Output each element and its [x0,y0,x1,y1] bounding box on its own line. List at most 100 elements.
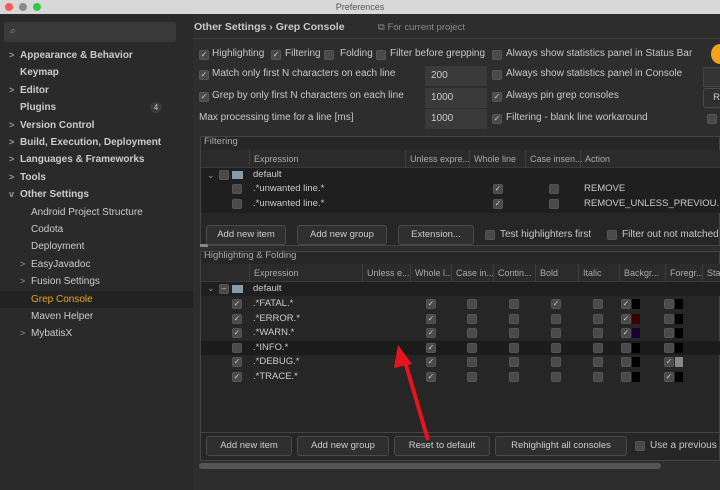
background-checkbox[interactable] [621,371,631,382]
grep-first-n-value-input[interactable]: 1000 [425,88,487,108]
expression-cell[interactable]: .*INFO.* [253,341,288,356]
sidebar-item-deployment[interactable]: Deployment [0,238,193,255]
filter-before-checkbox[interactable] [376,50,386,60]
background-checkbox[interactable]: ✓ [621,299,631,309]
sidebar-item-keymap[interactable]: Keymap [0,64,193,81]
column-header[interactable]: Unless e... [362,264,410,282]
cont-checkbox[interactable] [509,328,519,338]
chevron-right-icon[interactable]: > [9,169,14,186]
bold-checkbox[interactable] [551,313,561,324]
match-first-n-checkbox[interactable]: ✓ [199,70,209,80]
background-color-swatch[interactable] [632,371,640,382]
column-header[interactable]: Whole line [469,150,516,168]
bold-checkbox[interactable] [551,328,561,338]
chevron-right-icon[interactable]: > [9,134,14,151]
chevron-right-icon[interactable]: > [20,256,25,273]
chevron-right-icon[interactable]: > [9,47,14,64]
chevron-right-icon[interactable]: > [20,325,25,342]
side-field[interactable] [703,67,720,87]
blank-line-checkbox[interactable]: ✓ [492,114,502,124]
action-cell[interactable]: REMOVE [584,182,625,197]
filtering-checkbox[interactable]: ✓ [271,50,281,60]
sidebar-item-android-project-structure[interactable]: Android Project Structure [0,204,193,221]
cont-checkbox[interactable] [509,313,519,324]
enabled-checkbox[interactable] [232,342,242,353]
stats-console-checkbox[interactable] [492,70,502,80]
expression-cell[interactable]: .*unwanted line.* [253,182,324,197]
chevron-down-icon[interactable]: ⌄ [207,283,215,294]
background-color-swatch[interactable] [632,313,640,324]
foreground-checkbox[interactable] [664,342,674,353]
enabled-checkbox[interactable] [232,184,242,194]
sidebar-item-plugins[interactable]: Plugins 4 [0,99,193,116]
chevron-right-icon[interactable]: > [20,273,25,290]
enabled-checkbox[interactable]: ✓ [232,357,242,367]
foreground-checkbox[interactable] [664,328,674,338]
case-checkbox[interactable] [467,299,477,309]
foreground-checkbox[interactable]: ✓ [664,357,674,367]
italic-checkbox[interactable] [593,299,603,309]
expression-cell[interactable]: .*ERROR.* [253,312,300,327]
foreground-checkbox[interactable]: ✓ [664,371,674,382]
sidebar-item-grep-console[interactable]: Grep Console [0,290,193,308]
sidebar-item-fusion-settings[interactable]: > Fusion Settings [0,273,193,290]
chevron-down-icon[interactable]: ⌄ [207,170,215,181]
sidebar-item-version-control[interactable]: > Version Control [0,117,193,134]
use-previous-checkbox[interactable] [635,441,645,451]
whole-line-checkbox[interactable]: ✓ [493,199,503,209]
foreground-color-swatch[interactable] [675,357,683,367]
column-header[interactable]: Case insen... [525,150,583,168]
background-checkbox[interactable]: ✓ [621,313,631,324]
expression-cell[interactable]: .*FATAL.* [253,297,293,312]
add-new-group-button[interactable]: Add new group [297,436,389,456]
column-header[interactable]: Backgr... [619,264,659,282]
background-checkbox[interactable] [621,342,631,353]
sidebar-item-mybatisx[interactable]: > MybatisX [0,325,193,342]
expression-cell[interactable]: .*DEBUG.* [253,355,299,370]
sidebar-item-build-execution-deployment[interactable]: > Build, Execution, Deployment [0,134,193,151]
column-header[interactable]: Whole l... [410,264,453,282]
case-insensitive-checkbox[interactable] [549,199,559,209]
whole-checkbox[interactable]: ✓ [426,313,436,324]
column-header[interactable]: Foregr... [665,264,704,282]
expression-cell[interactable]: .*TRACE.* [253,370,298,385]
foreground-color-swatch[interactable] [675,371,683,382]
foreground-color-swatch[interactable] [675,328,683,338]
add-new-item-button[interactable]: Add new item [206,225,286,245]
bold-checkbox[interactable] [551,371,561,382]
zoom-window-button[interactable] [33,3,41,11]
add-new-group-button[interactable]: Add new group [297,225,387,245]
italic-checkbox[interactable] [593,342,603,353]
column-header[interactable]: Sta [702,264,720,282]
pin-consoles-checkbox[interactable]: ✓ [492,92,502,102]
whole-checkbox[interactable]: ✓ [426,299,436,309]
sidebar-item-editor[interactable]: > Editor [0,82,193,99]
expression-cell[interactable]: .*WARN.* [253,326,294,341]
action-cell[interactable]: REMOVE_UNLESS_PREVIOU... [584,197,720,212]
enabled-checkbox[interactable] [232,199,242,209]
group-checkbox[interactable] [219,170,229,180]
column-header[interactable]: Unless expre... [405,150,470,168]
foreground-checkbox[interactable] [664,313,674,324]
whole-checkbox[interactable]: ✓ [426,328,436,338]
foreground-checkbox[interactable] [664,299,674,309]
cont-checkbox[interactable] [509,299,519,309]
expression-cell[interactable]: .*unwanted line.* [253,197,324,212]
italic-checkbox[interactable] [593,371,603,382]
sidebar-item-codota[interactable]: Codota [0,221,193,238]
column-header[interactable]: Italic [578,264,602,282]
cont-checkbox[interactable] [509,342,519,353]
filter-out-checkbox[interactable] [607,230,617,240]
italic-checkbox[interactable] [593,357,603,367]
test-highlighters-first-checkbox[interactable] [485,230,495,240]
minimize-window-button[interactable] [19,3,27,11]
background-color-swatch[interactable] [632,328,640,338]
sidebar-item-maven-helper[interactable]: Maven Helper [0,308,193,325]
bold-checkbox[interactable] [551,357,561,367]
sidebar-item-tools[interactable]: > Tools [0,169,193,186]
side-checkbox[interactable] [707,114,717,124]
close-window-button[interactable] [5,3,13,11]
stats-status-bar-checkbox[interactable] [492,50,502,60]
background-color-swatch[interactable] [632,299,640,309]
horizontal-scrollbar[interactable] [199,463,661,469]
